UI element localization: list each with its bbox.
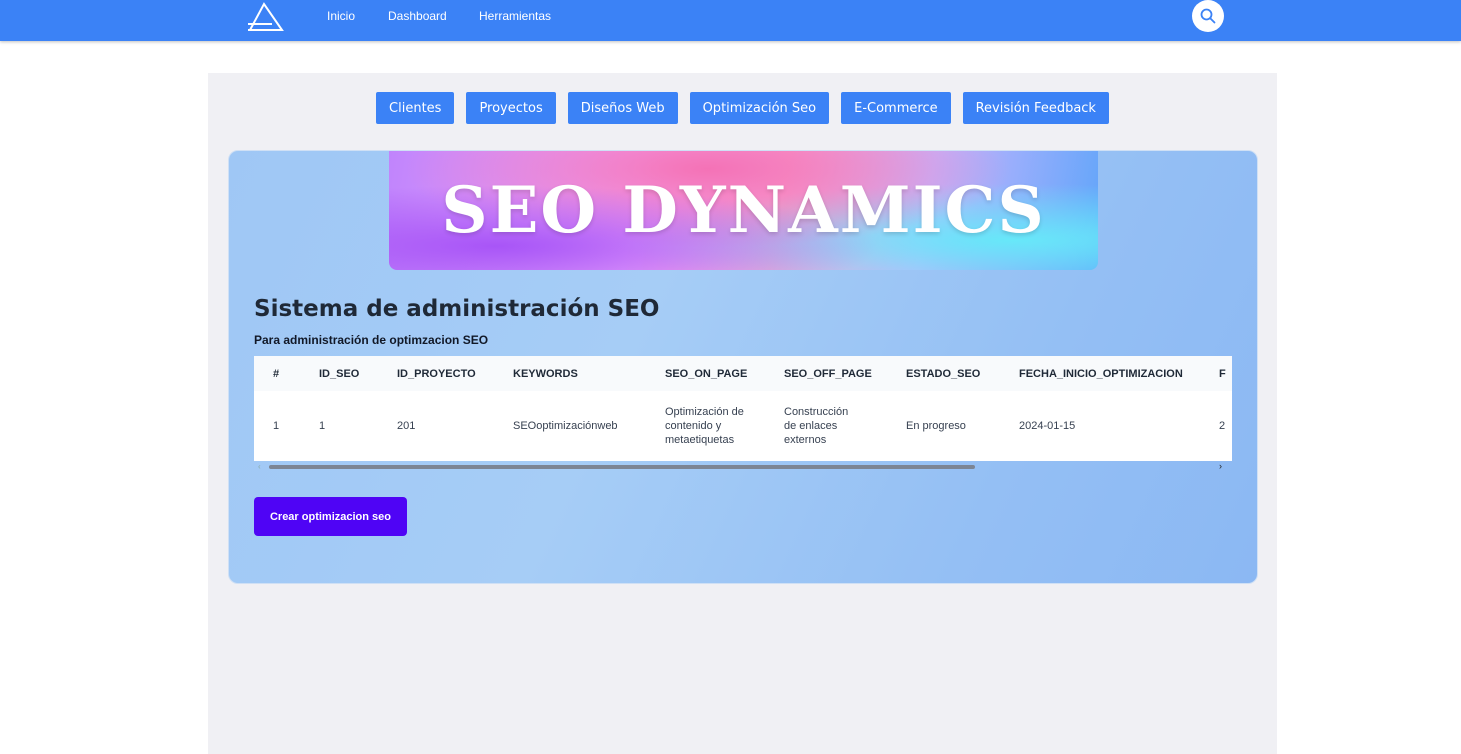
page-subtitle: Para administración de optimzacion SEO [254,333,489,347]
seo-dynamics-banner: SEO DYNAMICS [389,151,1098,270]
scroll-right-arrow-icon[interactable]: › [1219,461,1222,471]
cell-id-seo: 1 [319,420,326,432]
tab-proyectos[interactable]: Proyectos [466,92,556,124]
col-header-seo-off-page: SEO_OFF_PAGE [769,356,891,391]
tab-clientes[interactable]: Clientes [376,92,455,124]
tab-e-commerce[interactable]: E-Commerce [841,92,951,124]
nav-link-inicio[interactable]: Inicio [327,9,355,23]
col-header-estado-seo: ESTADO_SEO [891,356,1004,391]
table-horizontal-scrollbar[interactable]: ‹ › [254,461,1232,473]
banner-title: SEO DYNAMICS [441,173,1046,248]
cell-index: 1 [273,420,280,432]
scrollbar-thumb[interactable] [269,465,975,469]
tab-revision-feedback[interactable]: Revisión Feedback [962,92,1109,124]
create-seo-button[interactable]: Crear optimizacion seo [254,497,407,536]
cell-fecha-fin: 2 [1219,420,1226,432]
col-header-keywords: KEYWORDS [498,356,650,391]
seo-table-container: # ID_SEO ID_PROYECTO KEYWORDS SEO_ON_PAG… [254,356,1232,461]
search-icon [1200,8,1216,24]
col-header-fecha-fin: F [1211,356,1232,391]
tab-optimizacion-seo[interactable]: Optimización Seo [689,92,830,124]
tab-disenos-web[interactable]: Diseños Web [567,92,678,124]
cell-id-proyecto: 201 [397,420,416,432]
col-header-seo-on-page: SEO_ON_PAGE [650,356,769,391]
nav-link-herramientas[interactable]: Herramientas [479,9,551,23]
seo-card: SEO DYNAMICS Sistema de administración S… [228,150,1258,584]
seo-table: # ID_SEO ID_PROYECTO KEYWORDS SEO_ON_PAG… [254,356,1232,461]
cell-estado-seo: En progreso [906,420,966,432]
top-navbar: Inicio Dashboard Herramientas [0,0,1461,41]
logo-icon[interactable] [246,0,286,34]
content-panel: Clientes Proyectos Diseños Web Optimizac… [208,73,1277,754]
table-row[interactable]: 1 1 201 SEOoptimizaciónweb Optimización … [254,391,1232,461]
nav-link-dashboard[interactable]: Dashboard [388,9,447,23]
scroll-left-arrow-icon[interactable]: ‹ [258,462,261,471]
cell-seo-on-page: Optimización de contenido y metaetiqueta… [665,406,744,446]
col-header-id-seo: ID_SEO [304,356,382,391]
cell-fecha-inicio: 2024-01-15 [1019,420,1076,432]
col-header-id-proyecto: ID_PROYECTO [382,356,498,391]
cell-seo-off-page: Construcción de enlaces externos [784,406,849,446]
cell-keywords: SEOoptimizaciónweb [513,420,618,432]
section-tabs: Clientes Proyectos Diseños Web Optimizac… [208,92,1277,124]
table-header-row: # ID_SEO ID_PROYECTO KEYWORDS SEO_ON_PAG… [254,356,1232,391]
col-header-index: # [254,356,304,391]
col-header-fecha-inicio: FECHA_INICIO_OPTIMIZACION [1004,356,1211,391]
page-title: Sistema de administración SEO [254,296,660,322]
search-button[interactable] [1192,0,1224,32]
